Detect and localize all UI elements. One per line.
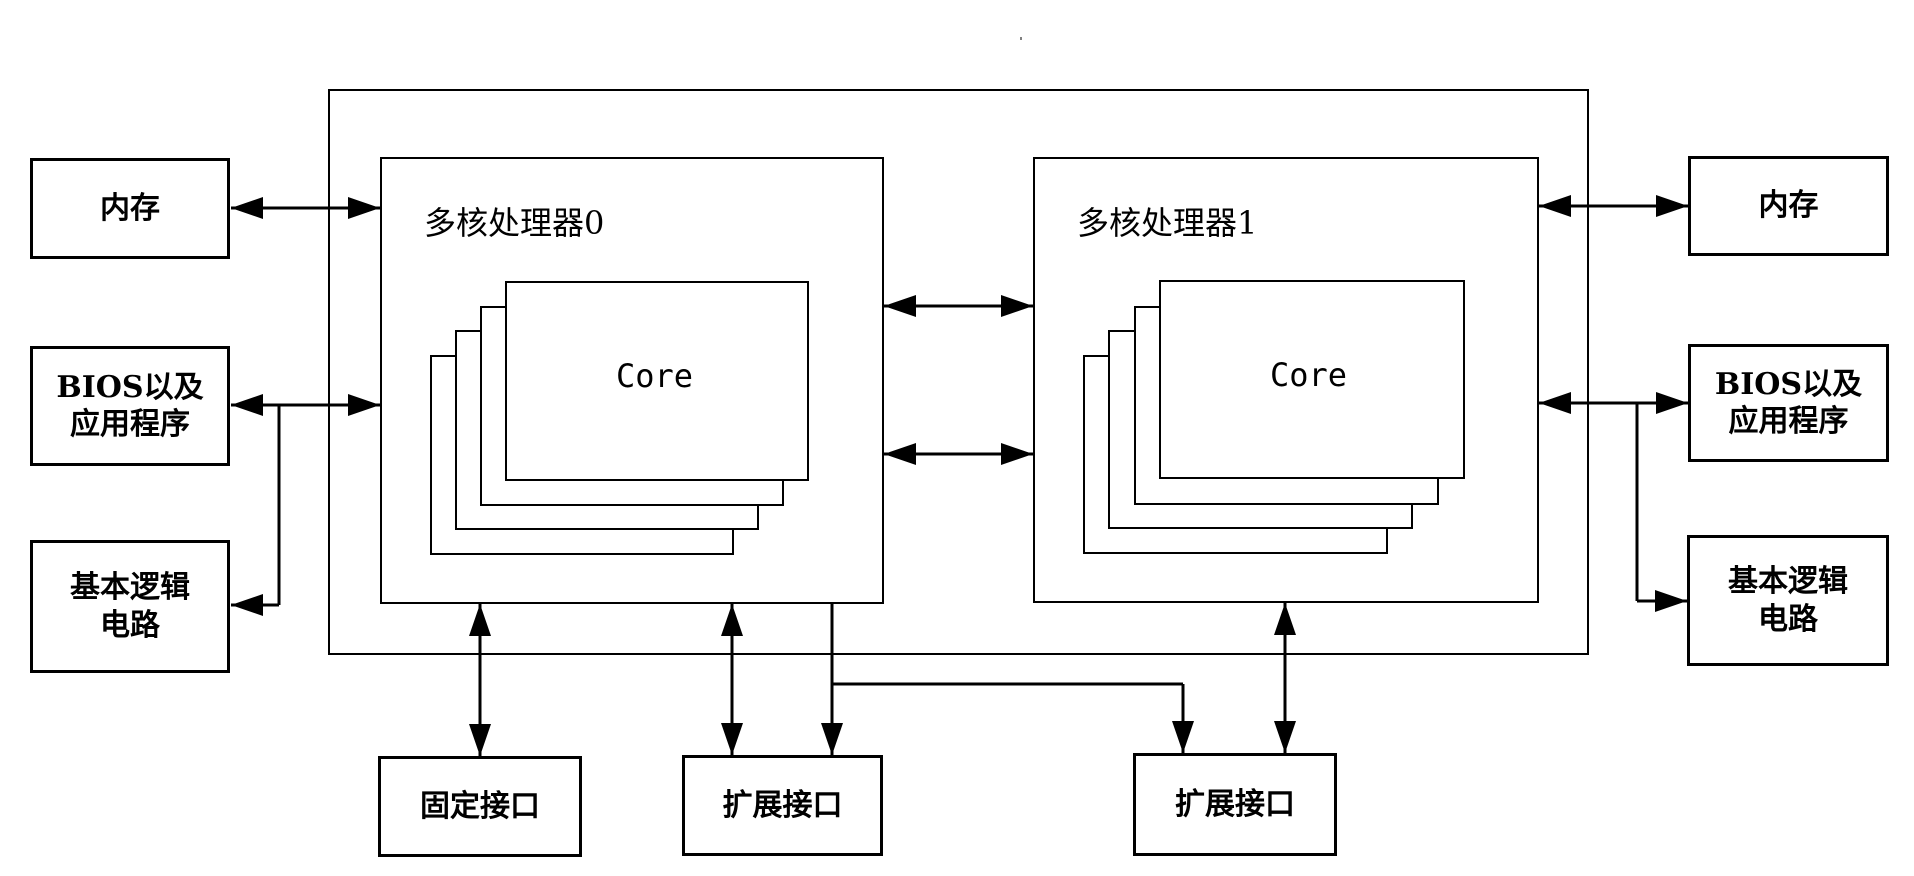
- arrowhead-icon: [721, 604, 743, 636]
- arrowhead-icon: [469, 604, 491, 636]
- arrowhead-icon: [231, 594, 263, 616]
- arrowhead-icon: [1655, 590, 1687, 612]
- arrowhead-icon: [1274, 603, 1296, 635]
- arrowhead-icon: [1001, 295, 1033, 317]
- arrowhead-icon: [1656, 392, 1688, 414]
- arrowhead-icon: [469, 724, 491, 756]
- arrowhead-icon: [884, 295, 916, 317]
- arrowhead-icon: [1656, 195, 1688, 217]
- arrowhead-icon: [884, 443, 916, 465]
- arrowhead-icon: [721, 723, 743, 755]
- arrowhead-icon: [1172, 721, 1194, 753]
- arrowhead-icon: [348, 197, 380, 219]
- arrowhead-icon: [348, 394, 380, 416]
- arrowhead-icon: [1539, 195, 1571, 217]
- connectors-layer: [231, 37, 1688, 756]
- arrowhead-icon: [1539, 392, 1571, 414]
- arrowhead-icon: [1274, 721, 1296, 753]
- arrowhead-icon: [821, 723, 843, 755]
- arrowhead-icon: [1001, 443, 1033, 465]
- arrowhead-icon: [231, 197, 263, 219]
- arrowhead-icon: [231, 394, 263, 416]
